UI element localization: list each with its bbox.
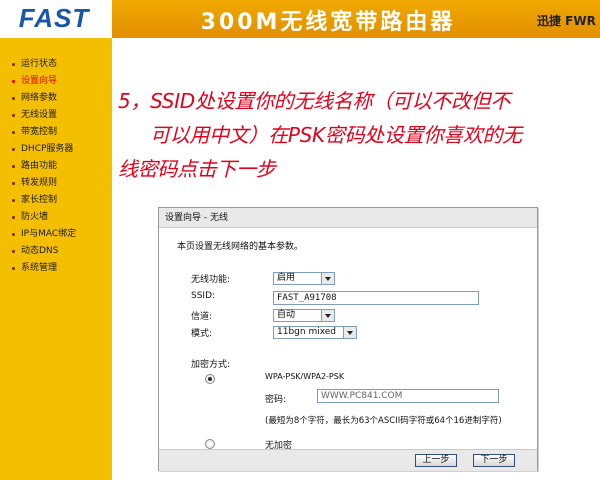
chevron-down-icon bbox=[321, 310, 334, 321]
instruction-line-1: 5，SSID处设置你的无线名称（可以不改但不 bbox=[118, 89, 511, 113]
bullet-icon bbox=[12, 131, 15, 134]
wireless-function-value: 启用 bbox=[277, 273, 296, 283]
wireless-function-label: 无线功能: bbox=[191, 275, 231, 285]
mode-select[interactable]: 11bgn mixed bbox=[273, 326, 357, 339]
logo-text: FAST bbox=[18, 2, 90, 33]
bullet-icon bbox=[12, 233, 15, 236]
wireless-wizard-dialog: 设置向导 - 无线 本页设置无线网络的基本参数。 无线功能: 启用 SSID: … bbox=[158, 207, 538, 471]
bullet-icon bbox=[12, 216, 15, 219]
bullet-icon bbox=[12, 182, 15, 185]
channel-select[interactable]: 自动 bbox=[273, 309, 335, 322]
bullet-icon bbox=[12, 250, 15, 253]
chevron-down-icon bbox=[321, 273, 334, 284]
dialog-description: 本页设置无线网络的基本参数。 bbox=[177, 242, 304, 252]
sidebar-item-label: 设置向导 bbox=[21, 76, 58, 86]
instruction-line-2: 可以用中文）在PSK密码处设置你喜欢的无 bbox=[150, 123, 522, 147]
wireless-function-select[interactable]: 启用 bbox=[273, 272, 335, 285]
bullet-icon bbox=[12, 80, 15, 83]
mode-value: 11bgn mixed bbox=[277, 327, 337, 337]
sidebar-item-label: 防火墙 bbox=[21, 212, 49, 222]
dialog-body: 本页设置无线网络的基本参数。 无线功能: 启用 SSID: 信道: 自动 模式:… bbox=[159, 229, 537, 451]
channel-label: 信道: bbox=[191, 312, 213, 322]
sidebar-item-label: 运行状态 bbox=[21, 59, 58, 69]
password-label: 密码: bbox=[265, 395, 287, 405]
sidebar-item-label: 路由功能 bbox=[21, 161, 58, 171]
sidebar-item-system-management[interactable]: 系统管理 bbox=[0, 260, 76, 277]
sidebar-item-label: DHCP服务器 bbox=[21, 144, 74, 154]
mode-label: 模式: bbox=[191, 329, 213, 339]
router-title: 300M无线宽带路由器 bbox=[200, 10, 456, 35]
ssid-input[interactable] bbox=[273, 291, 479, 305]
wpa-psk-radio[interactable] bbox=[205, 374, 215, 384]
password-input[interactable] bbox=[317, 389, 499, 403]
sidebar-item-label: 带宽控制 bbox=[21, 127, 58, 137]
sidebar-item-run-status[interactable]: 运行状态 bbox=[0, 56, 76, 73]
sidebar-item-label: 网络参数 bbox=[21, 93, 58, 103]
sidebar-item-ip-mac-binding[interactable]: IP与MAC绑定 bbox=[0, 226, 76, 243]
brand-slogan: 迅捷 FWR bbox=[537, 14, 596, 28]
sidebar-item-label: IP与MAC绑定 bbox=[21, 229, 77, 239]
no-encryption-radio[interactable] bbox=[205, 439, 215, 449]
dialog-footer: 上一步 下一步 bbox=[159, 449, 537, 471]
sidebar-item-parental-control[interactable]: 家长控制 bbox=[0, 192, 76, 209]
previous-step-button[interactable]: 上一步 bbox=[415, 454, 457, 467]
sidebar-item-label: 家长控制 bbox=[21, 195, 58, 205]
bullet-icon bbox=[12, 267, 15, 270]
sidebar-item-label: 转发规则 bbox=[21, 178, 58, 188]
instruction-line-3: 线密码点击下一步 bbox=[118, 157, 276, 181]
bullet-icon bbox=[12, 199, 15, 202]
bullet-icon bbox=[12, 63, 15, 66]
sidebar-item-network-params[interactable]: 网络参数 bbox=[0, 90, 76, 107]
sidebar-item-routing[interactable]: 路由功能 bbox=[0, 158, 76, 175]
encryption-label: 加密方式: bbox=[191, 360, 231, 370]
sidebar-item-label: 无线设置 bbox=[21, 110, 58, 120]
next-step-button[interactable]: 下一步 bbox=[473, 454, 515, 467]
password-hint: (最短为8个字符，最长为63个ASCII码字符或64个16进制字符) bbox=[265, 416, 502, 426]
chevron-down-icon bbox=[343, 327, 356, 338]
sidebar-item-dhcp-server[interactable]: DHCP服务器 bbox=[0, 141, 76, 158]
sidebar-item-label: 系统管理 bbox=[21, 263, 58, 273]
ssid-label: SSID: bbox=[191, 291, 216, 301]
bullet-icon bbox=[12, 148, 15, 151]
header: FAST 300M无线宽带路由器 迅捷 FWR bbox=[0, 0, 600, 38]
channel-value: 自动 bbox=[277, 310, 296, 320]
sidebar-item-forwarding-rules[interactable]: 转发规则 bbox=[0, 175, 76, 192]
bullet-icon bbox=[12, 114, 15, 117]
sidebar-menu: 运行状态 设置向导 网络参数 无线设置 带宽控制 DHCP服务器 路由功能 转发… bbox=[0, 56, 76, 277]
instruction-text: 5，SSID处设置你的无线名称（可以不改但不 可以用中文）在PSK密码处设置你喜… bbox=[118, 84, 588, 186]
sidebar-item-setup-wizard[interactable]: 设置向导 bbox=[0, 73, 76, 90]
sidebar-item-bandwidth-control[interactable]: 带宽控制 bbox=[0, 124, 76, 141]
sidebar: 运行状态 设置向导 网络参数 无线设置 带宽控制 DHCP服务器 路由功能 转发… bbox=[0, 38, 112, 480]
wpa-psk-label: WPA-PSK/WPA2-PSK bbox=[265, 372, 345, 381]
dialog-title: 设置向导 - 无线 bbox=[159, 208, 537, 228]
fast-logo: FAST bbox=[6, 2, 102, 34]
sidebar-item-dynamic-dns[interactable]: 动态DNS bbox=[0, 243, 76, 260]
sidebar-item-label: 动态DNS bbox=[21, 246, 59, 256]
sidebar-item-wireless-settings[interactable]: 无线设置 bbox=[0, 107, 76, 124]
bullet-icon bbox=[12, 97, 15, 100]
bullet-icon bbox=[12, 165, 15, 168]
sidebar-item-firewall[interactable]: 防火墙 bbox=[0, 209, 76, 226]
